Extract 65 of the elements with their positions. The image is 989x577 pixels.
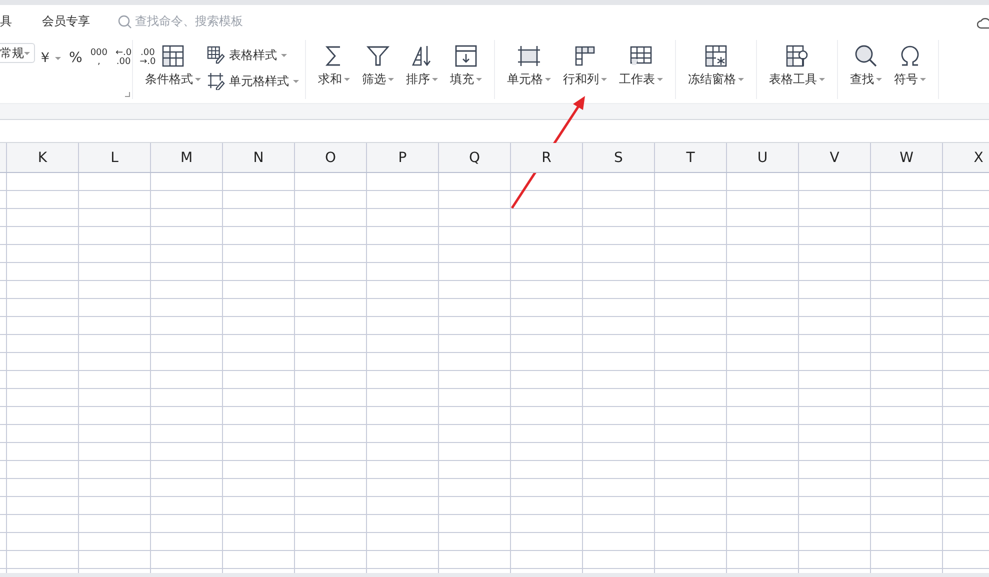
toolbar-button[interactable]: 表格样式 [207, 46, 299, 64]
toolbar-button[interactable]: 筛选 [356, 40, 400, 88]
toolbar-button[interactable]: 单元格 [501, 40, 557, 88]
tool-icon [785, 44, 809, 68]
caret-icon [432, 78, 438, 81]
format-button[interactable]: .00 →.0 [136, 49, 159, 67]
caret-icon [24, 52, 30, 54]
column-header[interactable]: T [655, 143, 727, 172]
toolbar-button[interactable]: 工作表 [613, 40, 669, 88]
search-icon [118, 14, 132, 28]
caret-icon [920, 78, 926, 81]
caret-icon [388, 78, 394, 81]
caret-icon [876, 78, 882, 81]
menu-tab[interactable]: 具 [0, 13, 12, 30]
column-header[interactable]: R [511, 143, 583, 172]
column-header[interactable]: N [223, 143, 295, 172]
format-button[interactable]: % [66, 50, 86, 66]
format-button[interactable]: 000 , [87, 49, 110, 67]
caret-icon [293, 80, 299, 82]
format-button[interactable]: ￥ [35, 50, 64, 66]
expand-corner-icon[interactable] [125, 92, 130, 97]
style-icon [207, 46, 225, 64]
style-icon [207, 72, 225, 90]
caret-icon [476, 78, 482, 81]
caret-icon [344, 78, 350, 81]
toolbar-button[interactable]: 单元格样式 [207, 72, 299, 90]
column-header[interactable]: Q [439, 143, 511, 172]
caret-icon [281, 54, 287, 56]
tool-icon [454, 44, 478, 68]
caret-icon [545, 78, 551, 81]
tool-icon [517, 44, 541, 68]
cell-grid[interactable] [0, 173, 989, 573]
formula-bar[interactable] [0, 120, 989, 143]
column-header[interactable]: U [727, 143, 799, 172]
tool-icon [629, 44, 653, 68]
toolbar-button[interactable]: 冻结窗格 [682, 40, 750, 88]
toolbar-button[interactable]: 排序 [400, 40, 444, 88]
tool-icon [161, 44, 185, 68]
caret-icon [601, 78, 607, 81]
menu-tab[interactable]: 会员专享 [42, 13, 90, 30]
caret-icon [738, 78, 744, 81]
toolbar-button[interactable]: 求和 [312, 40, 356, 88]
caret-icon [195, 78, 201, 81]
column-header[interactable]: V [799, 143, 871, 172]
column-header[interactable]: P [367, 143, 439, 172]
toolbar-button[interactable]: 查找 [844, 40, 888, 88]
toolbar-button[interactable]: 行和列 [557, 40, 613, 88]
caret-icon [819, 78, 825, 81]
tool-icon [704, 44, 728, 68]
column-header[interactable]: S [583, 143, 655, 172]
column-header[interactable]: L [79, 143, 151, 172]
tool-icon [854, 44, 878, 68]
column-header[interactable]: K [7, 143, 79, 172]
number-format-dropdown[interactable]: 常规 [0, 43, 35, 63]
toolbar-button[interactable]: 表格工具 [763, 40, 831, 88]
tool-icon [573, 44, 597, 68]
column-header[interactable]: O [295, 143, 367, 172]
tool-icon [366, 44, 390, 68]
caret-icon [657, 78, 663, 81]
column-header[interactable]: X [943, 143, 989, 172]
toolbar-button[interactable]: 符号 [888, 40, 932, 88]
column-header[interactable]: W [871, 143, 943, 172]
toolbar-button[interactable]: 填充 [444, 40, 488, 88]
format-button[interactable]: ←.0 .00 [112, 49, 135, 67]
column-header[interactable]: M [151, 143, 223, 172]
